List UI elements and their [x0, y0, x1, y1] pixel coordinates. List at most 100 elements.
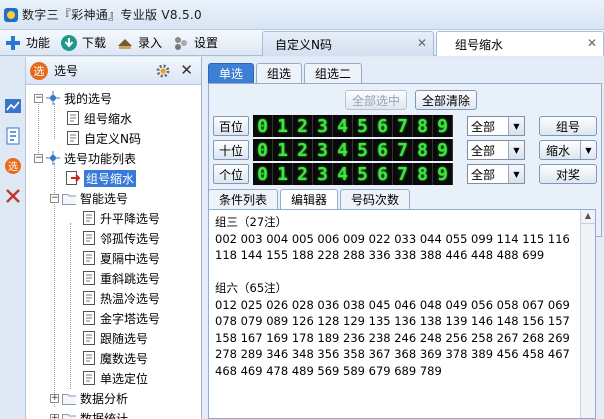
collapse-icon[interactable]: −	[34, 93, 43, 103]
close-icon[interactable]: ✕	[180, 61, 193, 79]
hundreds-digits: 0 1 2 3 4 5 6 7 8 9	[253, 115, 453, 137]
digit-2[interactable]: 2	[293, 115, 313, 137]
digit-2[interactable]: 2	[293, 139, 313, 161]
tree-node-data-analysis[interactable]: + 数据分析	[50, 389, 128, 407]
select-all-button[interactable]: 全部选中	[345, 90, 407, 110]
clear-all-button[interactable]: 全部清除	[415, 90, 477, 110]
tab-condition-list[interactable]: 条件列表	[208, 189, 279, 209]
menu-function[interactable]: 功能	[0, 31, 56, 55]
tab-single[interactable]: 单选	[208, 63, 255, 83]
document-icon	[82, 271, 96, 285]
digit-7[interactable]: 7	[393, 163, 413, 185]
lower-tabs: 条件列表 编辑器 号码次数	[208, 189, 412, 209]
units-filter-select[interactable]: 全部 ▼	[467, 164, 525, 184]
digit-1[interactable]: 1	[273, 115, 293, 137]
tree-node-pyramid[interactable]: 金字塔选号	[82, 309, 160, 327]
tree-node-single-position[interactable]: 单选定位	[82, 369, 148, 387]
vertical-scrollbar[interactable]: ▲	[580, 210, 595, 418]
digit-9[interactable]: 9	[433, 115, 453, 137]
digit-7[interactable]: 7	[393, 139, 413, 161]
digit-8[interactable]: 8	[413, 163, 433, 185]
tab-number-count[interactable]: 号码次数	[340, 189, 411, 209]
digit-6[interactable]: 6	[373, 115, 393, 137]
plus-icon	[4, 34, 22, 52]
digit-7[interactable]: 7	[393, 115, 413, 137]
document-icon	[66, 131, 80, 145]
digit-5[interactable]: 5	[353, 139, 373, 161]
check-prize-button[interactable]: 对奖	[539, 164, 597, 184]
digit-6[interactable]: 6	[373, 163, 393, 185]
menu-settings[interactable]: 设置	[168, 31, 224, 55]
units-button[interactable]: 个位	[213, 164, 249, 184]
digit-4[interactable]: 4	[333, 115, 353, 137]
tree-node-function-list[interactable]: − 选号功能列表	[34, 149, 136, 167]
digit-4[interactable]: 4	[333, 163, 353, 185]
editor-line: 158 167 169 178 189 236 238 246 248 256 …	[215, 330, 570, 345]
tree-node-hot-warm-cold[interactable]: 热温冷选号	[82, 289, 160, 307]
tens-filter-select[interactable]: 全部 ▼	[467, 140, 525, 160]
tree-node-custom-n-code[interactable]: 自定义N码	[66, 129, 141, 147]
tree-node-data-statistics[interactable]: + 数据统计	[50, 409, 128, 419]
units-digits: 0 1 2 3 4 5 6 7 8 9	[253, 163, 453, 185]
digit-1[interactable]: 1	[273, 139, 293, 161]
function-tree: − 我的选号 组号缩水 自定义N码 − 选号功能列表 组号缩水 − 智能选号 升…	[26, 85, 201, 419]
digit-3[interactable]: 3	[313, 163, 333, 185]
digit-8[interactable]: 8	[413, 139, 433, 161]
scroll-up-icon[interactable]: ▲	[581, 210, 595, 224]
digit-9[interactable]: 9	[433, 163, 453, 185]
tree-node-repeat-interval[interactable]: 夏隔中选号	[82, 249, 160, 267]
collapse-icon[interactable]: −	[50, 193, 59, 203]
menu-download[interactable]: 下载	[56, 31, 112, 55]
menu-input[interactable]: 录入	[112, 31, 168, 55]
digit-2[interactable]: 2	[293, 163, 313, 185]
close-icon[interactable]: ✕	[587, 36, 597, 50]
gear-icon[interactable]	[155, 63, 171, 82]
tree-node-group-shrink[interactable]: 组号缩水	[66, 109, 132, 127]
tree-node-smart-selection[interactable]: − 智能选号	[50, 189, 128, 207]
dropdown-arrow-icon[interactable]: ▼	[508, 165, 524, 183]
tree-node-group-shrink-selected[interactable]: 组号缩水	[66, 169, 137, 187]
select-number-icon[interactable]: 选	[2, 155, 24, 177]
tab-group-two[interactable]: 组选二	[304, 63, 363, 83]
digit-1[interactable]: 1	[273, 163, 293, 185]
digit-0[interactable]: 0	[253, 139, 273, 161]
tree-node-rise-flat-fall[interactable]: 升平降选号	[82, 209, 160, 227]
digit-3[interactable]: 3	[313, 115, 333, 137]
hundreds-button[interactable]: 百位	[213, 116, 249, 136]
digit-9[interactable]: 9	[433, 139, 453, 161]
tab-group-shrink[interactable]: 组号缩水 ✕	[436, 31, 604, 56]
expand-icon[interactable]: +	[50, 413, 59, 419]
chart-icon[interactable]	[2, 95, 24, 117]
shrink-button[interactable]: 缩水 ▼	[539, 140, 597, 160]
document-icon	[82, 291, 96, 305]
close-icon[interactable]: ✕	[417, 36, 427, 50]
folder-icon	[62, 411, 76, 419]
editor-textarea[interactable]: 组三（27注） 002 003 004 005 006 009 022 033 …	[208, 209, 596, 419]
tree-node-neighbor-isolated[interactable]: 邻孤传选号	[82, 229, 160, 247]
digit-4[interactable]: 4	[333, 139, 353, 161]
tab-custom-n-code[interactable]: 自定义N码 ✕	[262, 31, 434, 56]
dropdown-arrow-icon[interactable]: ▼	[508, 117, 524, 135]
tree-node-follow[interactable]: 跟随选号	[82, 329, 148, 347]
tab-group[interactable]: 组选	[256, 63, 303, 83]
tree-node-repeat-diagonal[interactable]: 重斜跳选号	[82, 269, 160, 287]
dropdown-arrow-icon[interactable]: ▼	[580, 141, 596, 159]
tools-icon[interactable]	[2, 185, 24, 207]
tree-node-my-selection[interactable]: − 我的选号	[34, 89, 112, 107]
tens-button[interactable]: 十位	[213, 140, 249, 160]
collapse-icon[interactable]: −	[34, 153, 43, 163]
digit-5[interactable]: 5	[353, 163, 373, 185]
digit-3[interactable]: 3	[313, 139, 333, 161]
dropdown-arrow-icon[interactable]: ▼	[508, 141, 524, 159]
digit-6[interactable]: 6	[373, 139, 393, 161]
digit-8[interactable]: 8	[413, 115, 433, 137]
digit-0[interactable]: 0	[253, 163, 273, 185]
digit-5[interactable]: 5	[353, 115, 373, 137]
tree-node-magic-number[interactable]: 魔数选号	[82, 349, 148, 367]
tab-editor[interactable]: 编辑器	[280, 189, 339, 209]
expand-icon[interactable]: +	[50, 393, 59, 403]
group-number-button[interactable]: 组号	[539, 116, 597, 136]
filter-icon[interactable]	[2, 125, 24, 147]
hundreds-filter-select[interactable]: 全部 ▼	[467, 116, 525, 136]
digit-0[interactable]: 0	[253, 115, 273, 137]
